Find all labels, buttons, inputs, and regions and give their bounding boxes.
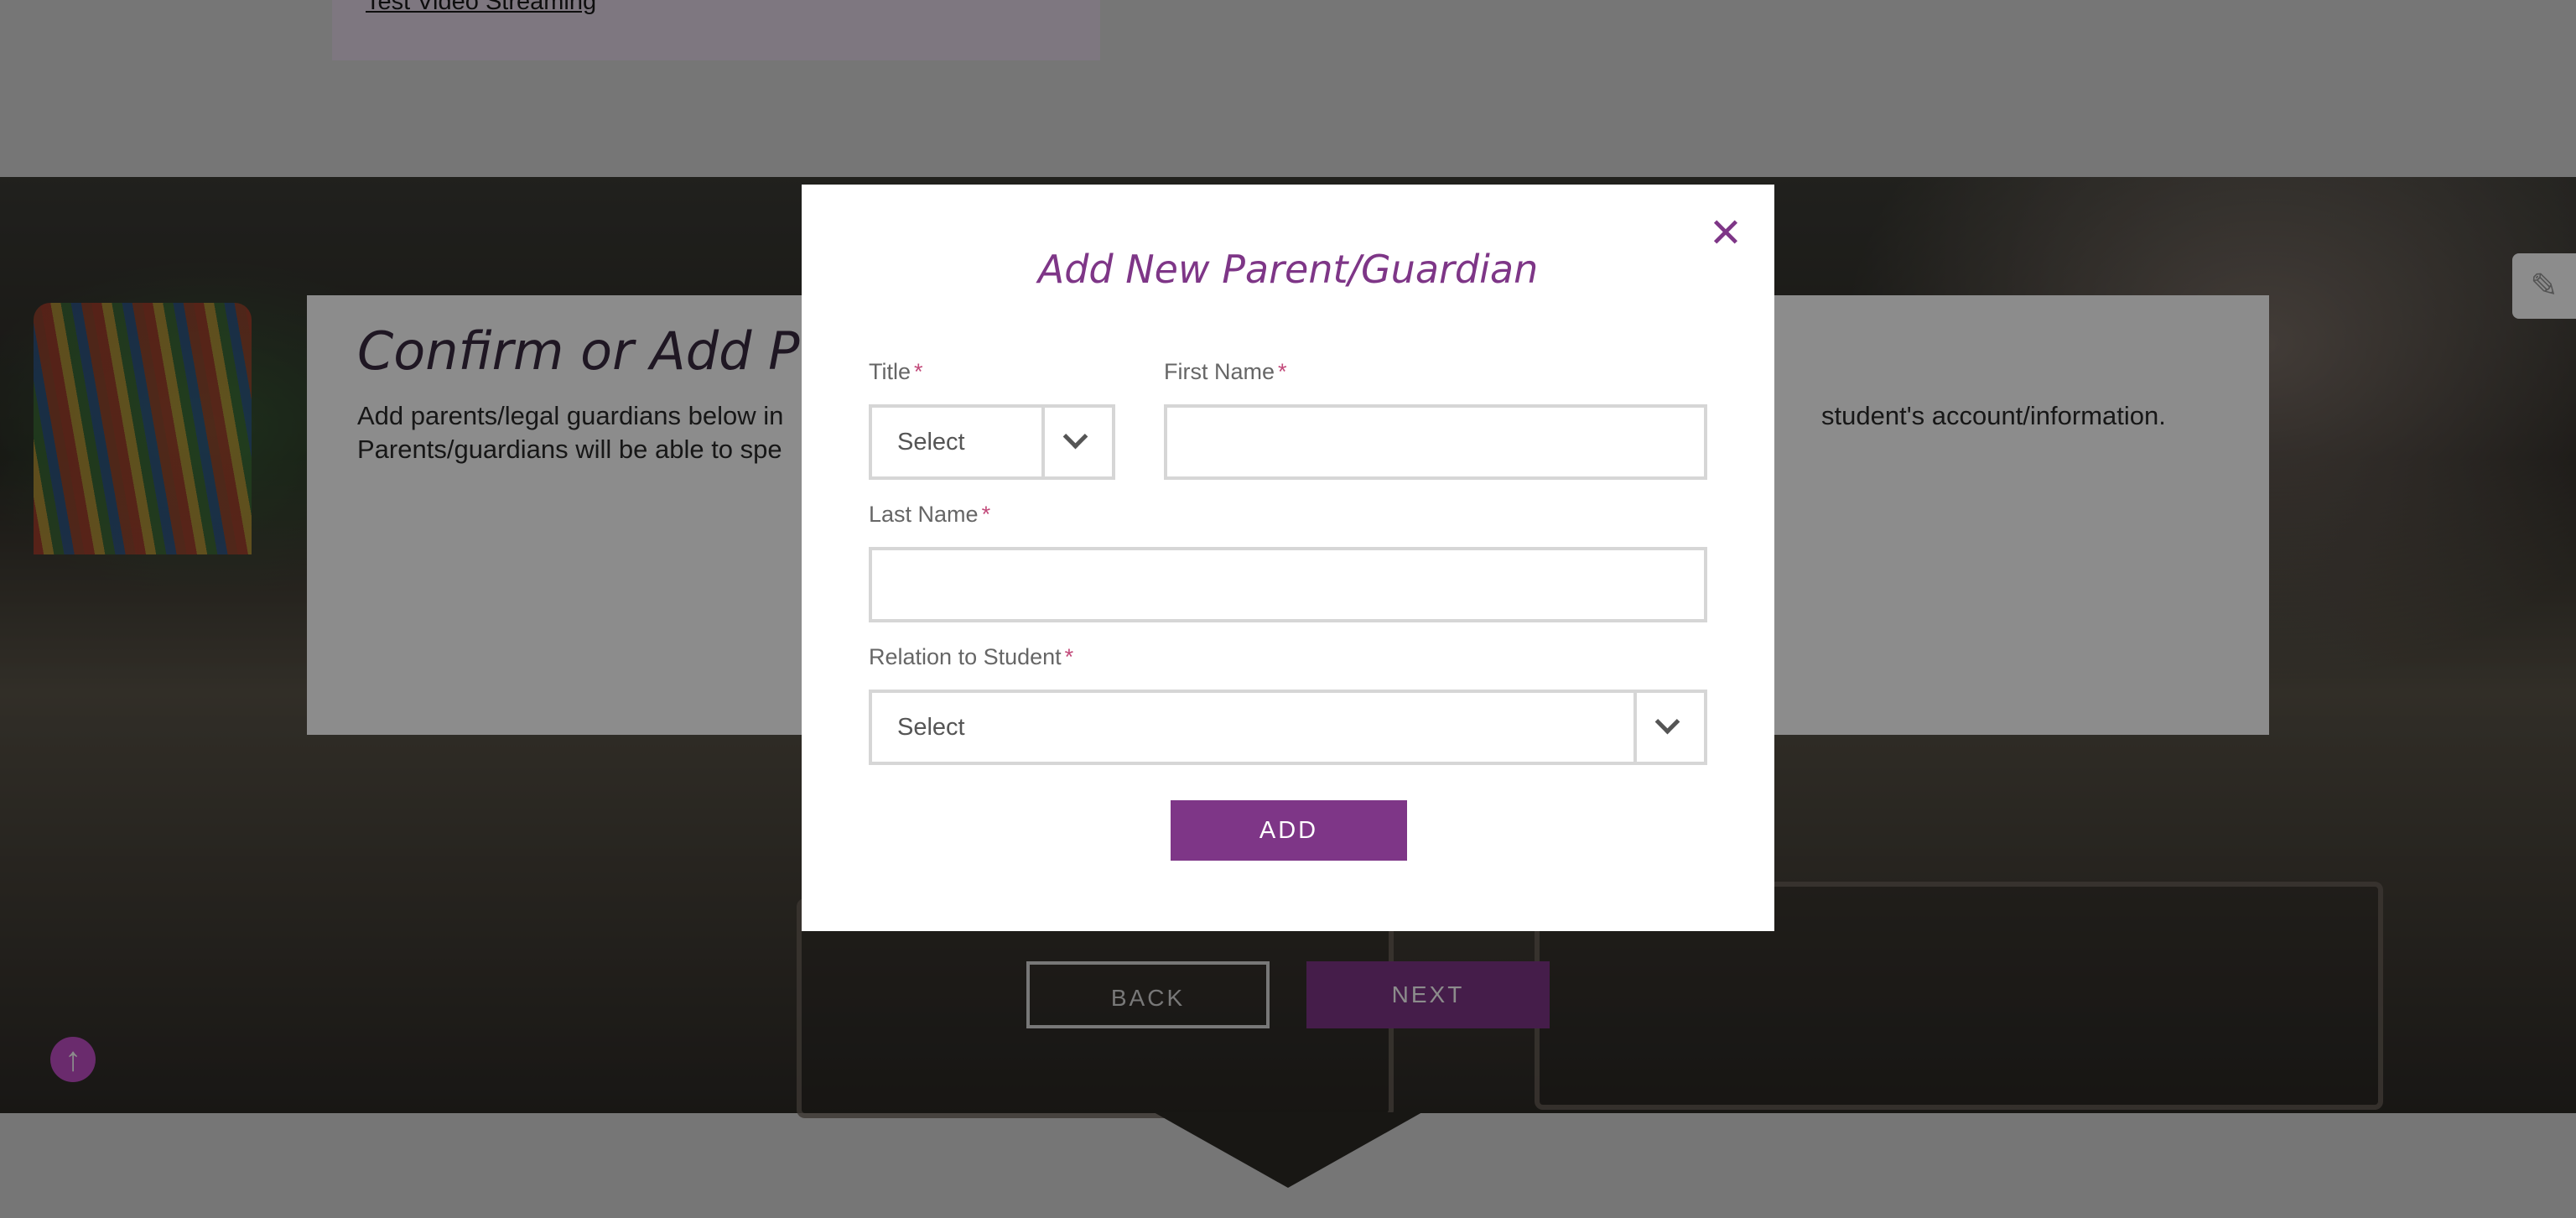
last-name-label-text: Last Name — [869, 502, 979, 527]
chevron-down-icon[interactable] — [1633, 693, 1704, 762]
title-label: Title * — [869, 359, 923, 385]
first-name-label: First Name * — [1164, 359, 1287, 385]
add-button[interactable]: ADD — [1171, 800, 1407, 861]
required-marker: * — [1278, 359, 1287, 384]
last-name-input[interactable] — [869, 547, 1707, 622]
title-select[interactable]: Select — [869, 404, 1115, 480]
first-name-input[interactable] — [1164, 404, 1707, 480]
required-marker: * — [914, 359, 923, 384]
add-parent-modal: ✕ Add New Parent/Guardian Title * Select … — [802, 185, 1774, 931]
relation-select-value: Select — [897, 714, 965, 741]
title-label-text: Title — [869, 359, 911, 384]
relation-select[interactable]: Select — [869, 690, 1707, 765]
chevron-down-icon[interactable] — [1041, 408, 1112, 476]
required-marker: * — [981, 502, 991, 527]
modal-title: Add New Parent/Guardian — [1037, 247, 1539, 292]
first-name-label-text: First Name — [1164, 359, 1275, 384]
last-name-label: Last Name * — [869, 502, 990, 528]
relation-label-text: Relation to Student — [869, 644, 1062, 669]
title-select-value: Select — [897, 429, 965, 455]
relation-label: Relation to Student * — [869, 644, 1073, 670]
required-marker: * — [1064, 644, 1074, 669]
